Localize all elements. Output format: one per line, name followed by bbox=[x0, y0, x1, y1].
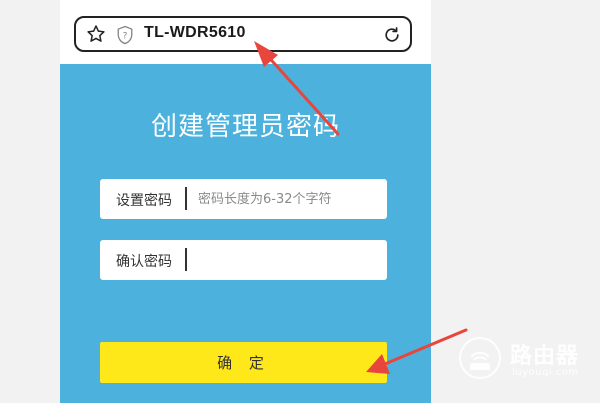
set-password-field[interactable]: 设置密码 bbox=[100, 179, 387, 219]
confirm-password-label: 确认密码 bbox=[116, 254, 172, 270]
text-cursor bbox=[185, 187, 187, 210]
browser-address-bar: ? TL-WDR5610 bbox=[60, 0, 431, 64]
url-text[interactable]: TL-WDR5610 bbox=[144, 24, 246, 42]
watermark-name: 路由器 bbox=[510, 344, 580, 369]
router-logo-icon bbox=[459, 337, 501, 379]
router-setup-screen: ? TL-WDR5610 创建管理员密码 设置密码 确认密码 确 定 bbox=[60, 0, 431, 403]
watermark-domain: luyouqi.com bbox=[512, 367, 579, 378]
confirm-password-field[interactable]: 确认密码 bbox=[100, 240, 387, 280]
shield-icon[interactable]: ? bbox=[116, 25, 134, 45]
page-title: 创建管理员密码 bbox=[150, 112, 340, 142]
confirm-password-input[interactable] bbox=[198, 240, 378, 280]
watermark: 路由器 luyouqi.com bbox=[458, 336, 588, 386]
star-icon[interactable] bbox=[86, 24, 106, 44]
set-password-label: 设置密码 bbox=[116, 193, 172, 209]
text-cursor bbox=[185, 248, 187, 271]
url-box[interactable]: ? TL-WDR5610 bbox=[74, 16, 412, 52]
confirm-button[interactable]: 确 定 bbox=[100, 342, 387, 383]
reload-icon[interactable] bbox=[382, 25, 402, 45]
svg-text:?: ? bbox=[123, 32, 128, 42]
set-password-input[interactable] bbox=[198, 179, 378, 219]
